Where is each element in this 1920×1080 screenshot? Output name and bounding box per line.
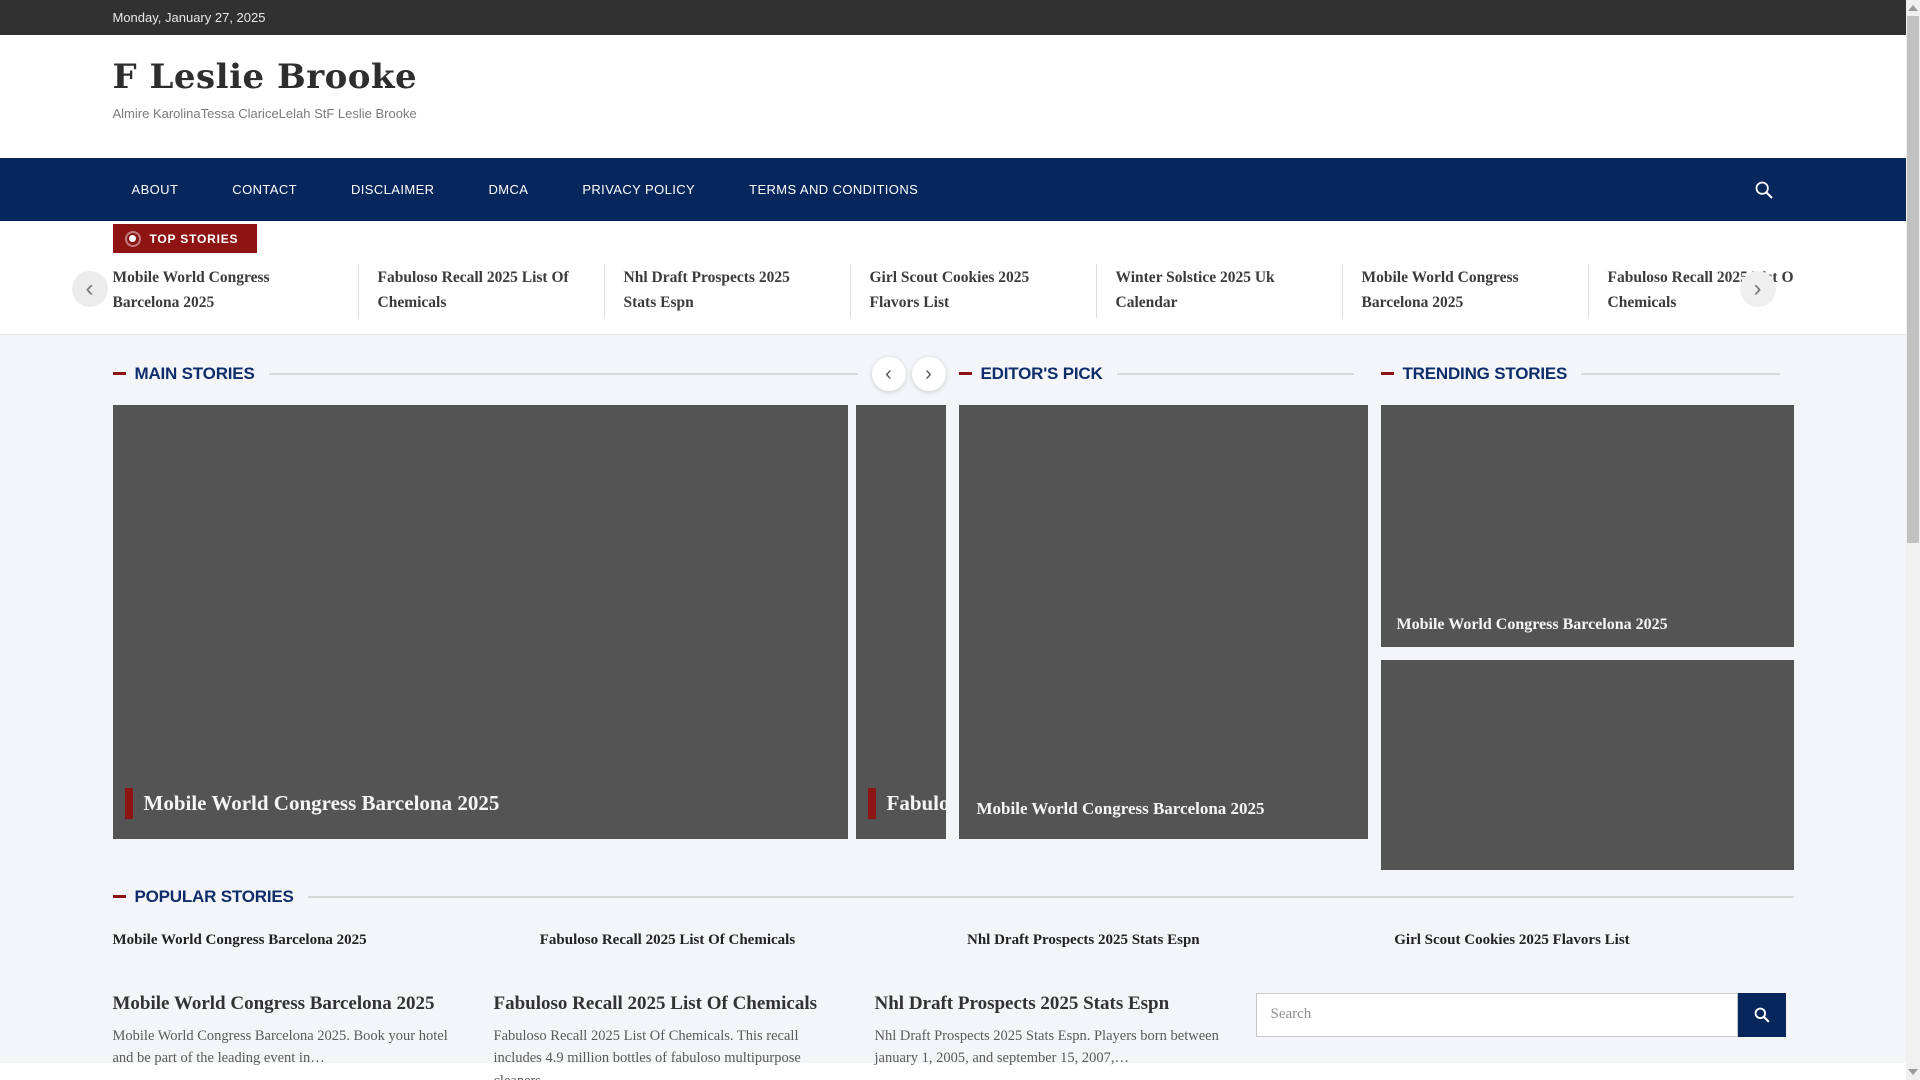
- nav-item-privacy-policy[interactable]: PRIVACY POLICY: [555, 158, 722, 221]
- popular-link[interactable]: Mobile World Congress Barcelona 2025: [113, 932, 512, 949]
- ticker-prev-button[interactable]: ‹: [72, 271, 108, 307]
- article-card: Mobile World Congress Barcelona 2025 Mob…: [113, 993, 459, 1080]
- ticker-row: Mobile World Congress Barcelona 2025 Fab…: [113, 264, 1794, 318]
- nav-item-dmca[interactable]: DMCA: [461, 158, 555, 221]
- heading-dash: [1381, 372, 1394, 375]
- bullseye-icon: [125, 231, 141, 247]
- search-input[interactable]: [1256, 993, 1738, 1037]
- scrollbar-up-arrow[interactable]: [1908, 5, 1918, 11]
- chevron-left-icon: ‹: [885, 364, 892, 384]
- editors-pick-section: EDITOR'S PICK Mobile World Congress Barc…: [959, 357, 1368, 839]
- search-icon: [1752, 1005, 1771, 1024]
- heading-dash: [113, 372, 126, 375]
- main-content: MAIN STORIES ‹ › Mobile World Congress B…: [0, 335, 1906, 1063]
- popular-links: Mobile World Congress Barcelona 2025 Fab…: [113, 932, 1794, 949]
- nav-item-contact[interactable]: CONTACT: [205, 158, 324, 221]
- slide-title[interactable]: Mobile World Congress Barcelona 2025: [144, 791, 500, 816]
- ticker-item[interactable]: Winter Solstice 2025 Uk Calendar: [1097, 264, 1343, 318]
- carousel-next-button[interactable]: ›: [912, 357, 946, 391]
- top-bar: Monday, January 27, 2025: [0, 0, 1906, 35]
- ticker-item[interactable]: Fabuloso Recall 2025 List Of Chemicals: [359, 264, 605, 318]
- heading-dash: [959, 372, 972, 375]
- popular-link[interactable]: Nhl Draft Prospects 2025 Stats Espn: [967, 932, 1366, 949]
- ticker-item[interactable]: Mobile World Congress Barcelona 2025: [113, 264, 359, 318]
- popular-link[interactable]: Girl Scout Cookies 2025 Flavors List: [1394, 932, 1793, 949]
- ticker-item[interactable]: Girl Scout Cookies 2025 Flavors List: [851, 264, 1097, 318]
- nav-item-disclaimer[interactable]: DISCLAIMER: [324, 158, 461, 221]
- top-stories-badge-label: TOP STORIES: [150, 232, 239, 246]
- ticker-item[interactable]: Nhl Draft Prospects 2025 Stats Espn: [605, 264, 851, 318]
- main-nav: ABOUT CONTACT DISCLAIMER DMCA PRIVACY PO…: [0, 158, 1906, 221]
- site-title[interactable]: F Leslie Brooke: [113, 57, 1794, 97]
- scrollbar-thumb[interactable]: [1907, 16, 1919, 543]
- chevron-right-icon: ›: [1754, 277, 1762, 301]
- article-card: Fabuloso Recall 2025 List Of Chemicals F…: [494, 993, 840, 1080]
- search-submit-button[interactable]: [1738, 993, 1786, 1037]
- carousel-slide-partial[interactable]: Fabuloso Recall 2025 List Of Chemicals: [856, 405, 946, 839]
- top-stories-ticker: TOP STORIES Mobile World Congress Barcel…: [0, 221, 1906, 335]
- editors-pick-heading: EDITOR'S PICK: [981, 364, 1103, 384]
- story-caption[interactable]: Mobile World Congress Barcelona 2025: [977, 799, 1265, 819]
- article-excerpt: Fabuloso Recall 2025 List Of Chemicals. …: [494, 1025, 840, 1080]
- heading-divider: [308, 896, 1794, 898]
- search-icon[interactable]: [1744, 170, 1784, 210]
- heading-divider: [1117, 373, 1354, 375]
- article-title[interactable]: Nhl Draft Prospects 2025 Stats Espn: [875, 993, 1221, 1015]
- scrollbar: [1906, 0, 1920, 1080]
- title-accent-bar: [125, 788, 133, 819]
- nav-list: ABOUT CONTACT DISCLAIMER DMCA PRIVACY PO…: [105, 158, 946, 221]
- trending-story-image[interactable]: [1381, 660, 1794, 870]
- page: Monday, January 27, 2025 F Leslie Brooke…: [0, 0, 1906, 1063]
- story-caption[interactable]: Mobile World Congress Barcelona 2025: [1397, 616, 1668, 634]
- article-title[interactable]: Fabuloso Recall 2025 List Of Chemicals: [494, 993, 840, 1015]
- search-widget: [1256, 993, 1786, 1037]
- heading-dash: [113, 895, 126, 898]
- trending-stories-heading: TRENDING STORIES: [1403, 364, 1568, 384]
- current-date: Monday, January 27, 2025: [113, 10, 266, 25]
- carousel-prev-button[interactable]: ‹: [872, 357, 906, 391]
- heading-divider: [269, 373, 858, 375]
- nav-item-about[interactable]: ABOUT: [105, 158, 206, 221]
- slide-title[interactable]: Fabuloso Recall 2025 List Of Chemicals: [887, 791, 946, 816]
- article-excerpt: Mobile World Congress Barcelona 2025. Bo…: [113, 1025, 459, 1070]
- title-accent-bar: [868, 788, 876, 819]
- ticker-next-button[interactable]: ›: [1740, 271, 1776, 307]
- top-stories-badge: TOP STORIES: [113, 224, 258, 253]
- carousel-slide[interactable]: Mobile World Congress Barcelona 2025: [113, 405, 848, 839]
- chevron-right-icon: ›: [925, 364, 932, 384]
- article-card: Nhl Draft Prospects 2025 Stats Espn Nhl …: [875, 993, 1221, 1080]
- sidebar: Random Posts: [1256, 993, 1786, 1080]
- main-stories-carousel: Mobile World Congress Barcelona 2025 Fab…: [113, 405, 946, 839]
- scrollbar-down-arrow[interactable]: [1908, 1069, 1918, 1075]
- trending-stories-section: TRENDING STORIES Mobile World Congress B…: [1381, 357, 1794, 870]
- article-excerpt: Nhl Draft Prospects 2025 Stats Espn. Pla…: [875, 1025, 1221, 1070]
- main-stories-section: MAIN STORIES ‹ › Mobile World Congress B…: [113, 357, 946, 839]
- site-header: F Leslie Brooke Almire KarolinaTessa Cla…: [0, 35, 1906, 158]
- site-tagline: Almire KarolinaTessa ClariceLelah StF Le…: [113, 106, 1794, 121]
- popular-stories-heading: POPULAR STORIES: [135, 887, 294, 907]
- ticker-item[interactable]: Mobile World Congress Barcelona 2025: [1343, 264, 1589, 318]
- main-stories-heading: MAIN STORIES: [135, 364, 255, 384]
- trending-story-image[interactable]: Mobile World Congress Barcelona 2025: [1381, 405, 1794, 647]
- popular-link[interactable]: Fabuloso Recall 2025 List Of Chemicals: [540, 932, 939, 949]
- nav-item-terms-and-conditions[interactable]: TERMS AND CONDITIONS: [722, 158, 945, 221]
- chevron-left-icon: ‹: [86, 277, 94, 301]
- editors-pick-story-image[interactable]: Mobile World Congress Barcelona 2025: [959, 405, 1368, 839]
- popular-stories-header: POPULAR STORIES: [113, 880, 1794, 914]
- article-title[interactable]: Mobile World Congress Barcelona 2025: [113, 993, 459, 1015]
- heading-divider: [1581, 373, 1779, 375]
